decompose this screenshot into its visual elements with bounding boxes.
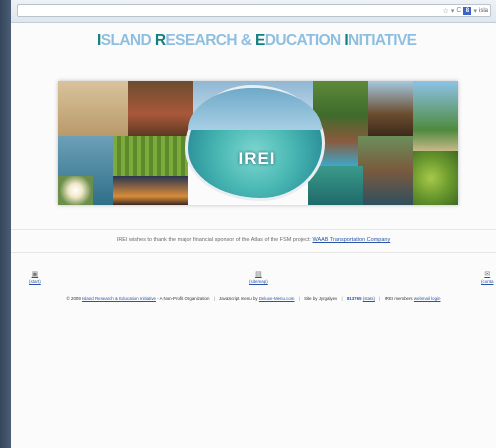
photo-collage-banner: IREI — [58, 81, 458, 205]
title-word: ESEARCH & — [165, 32, 256, 49]
hut-photo — [368, 81, 413, 136]
title-word: NITIATIVE — [348, 32, 417, 49]
divider — [11, 252, 496, 253]
site-credit: Site by Jyrgalyev — [304, 296, 338, 301]
home-icon: ▣ — [31, 271, 39, 278]
title-word: DUCATION — [264, 32, 345, 49]
webmail-login-link[interactable]: webmail login — [414, 296, 441, 301]
separator: | — [341, 296, 343, 301]
dropdown-icon[interactable]: ▾ — [451, 7, 455, 15]
divider — [11, 229, 496, 230]
nav-start-link[interactable]: ▣ (start) — [29, 270, 41, 284]
nav-contact-link[interactable]: ✉ (conta — [481, 270, 494, 284]
sponsor-text: IREI wishes to thank the major financial… — [116, 237, 311, 243]
browser-toolbar: ☆ ▾ C 8 ▾ isla — [11, 0, 496, 23]
dancers-photo — [128, 81, 193, 136]
beach-seedling-photo — [58, 81, 128, 136]
nav-sitemap-link[interactable]: ▤ (sitemap) — [249, 270, 268, 284]
star-icon[interactable]: ☆ — [443, 7, 449, 15]
search-dropdown-icon[interactable]: ▾ — [473, 7, 477, 15]
contact-icon: ✉ — [484, 271, 491, 278]
flower-photo — [58, 176, 93, 205]
logo-text: IREI — [238, 149, 276, 168]
copyright-text: © 2009 — [66, 296, 81, 301]
search-engine-icon[interactable]: 8 — [463, 6, 472, 15]
stats-link[interactable]: (stats) — [363, 296, 375, 301]
nav-contact-label: (conta — [481, 279, 494, 284]
site-title: ISLAND RESEARCH & EDUCATION INITIATIVE — [97, 32, 417, 50]
palm-photo — [413, 81, 458, 151]
nav-sitemap-label: (sitemap) — [249, 279, 268, 284]
separator: | — [298, 296, 300, 301]
menu-credit-link[interactable]: Deluxe-Menu.com — [259, 296, 295, 301]
browser-window: ☆ ▾ C 8 ▾ isla ISLAND RESEARCH & EDUCATI… — [11, 0, 496, 448]
title-letter: R — [154, 32, 166, 49]
irei-logo: IREI — [227, 149, 287, 169]
menu-credit-text: JavaScript menu by — [219, 296, 259, 301]
address-bar[interactable]: ☆ ▾ C 8 ▾ isla — [17, 4, 491, 17]
sponsor-notice: IREI wishes to thank the major financial… — [11, 237, 496, 243]
sunset-photo — [113, 176, 188, 205]
org-link[interactable]: Island Research & Education Initiative — [82, 296, 156, 301]
atoll-lagoon-photo — [185, 85, 325, 201]
reload-icon[interactable]: C — [456, 7, 461, 14]
desktop-frame — [0, 0, 11, 448]
members-text: IREI members — [384, 296, 414, 301]
weaving-photo — [113, 136, 188, 176]
title-letter: E — [255, 32, 265, 49]
title-word: SLAND — [100, 32, 155, 49]
footer: © 2009 Island Research & Education Initi… — [11, 296, 496, 301]
nav-start-label: (start) — [29, 279, 41, 284]
search-box[interactable]: isla — [479, 8, 488, 14]
separator: | — [379, 296, 381, 301]
visit-counter: 813765 — [346, 296, 362, 301]
sponsor-link[interactable]: WAAB Transportation Company — [312, 237, 390, 243]
coconut-photo — [413, 151, 458, 205]
separator: | — [213, 296, 215, 301]
address-bar-icons: ☆ ▾ C 8 ▾ isla — [443, 5, 488, 16]
web-page: ISLAND RESEARCH & EDUCATION INITIATIVE I… — [11, 23, 496, 448]
org-suffix: - A Non-Profit Organization — [155, 296, 210, 301]
elder-portrait-photo — [358, 136, 413, 205]
sitemap-icon: ▤ — [255, 271, 262, 278]
